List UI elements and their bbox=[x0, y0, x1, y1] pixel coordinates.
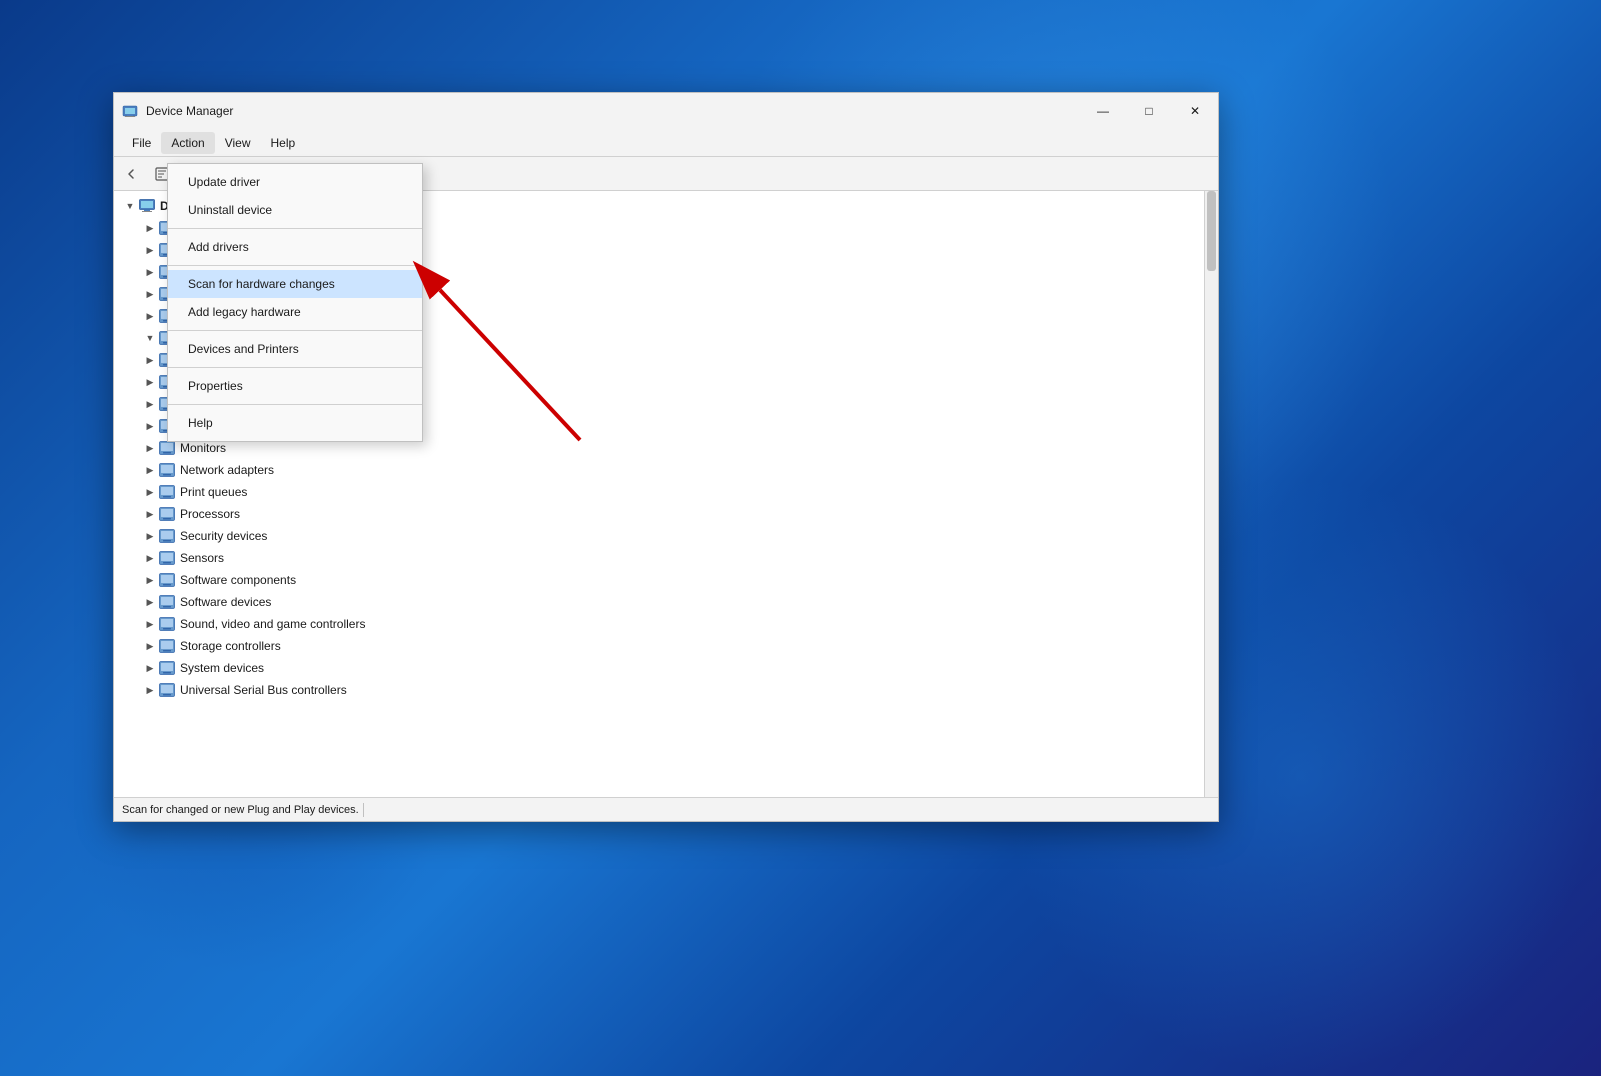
expand-icon[interactable]: ▶ bbox=[142, 616, 158, 632]
expand-icon[interactable]: ▶ bbox=[142, 352, 158, 368]
category-label: Security devices bbox=[180, 529, 267, 543]
status-text: Scan for changed or new Plug and Play de… bbox=[122, 804, 359, 816]
dropdown-item-add-drivers[interactable]: Add drivers bbox=[168, 233, 422, 261]
category-label: Storage controllers bbox=[180, 639, 281, 653]
category-label: Universal Serial Bus controllers bbox=[180, 683, 347, 697]
dropdown-separator bbox=[168, 330, 422, 331]
menu-action[interactable]: Action bbox=[161, 132, 214, 154]
category-icon bbox=[158, 572, 176, 588]
category-icon bbox=[158, 550, 176, 566]
menu-help[interactable]: Help bbox=[261, 132, 306, 154]
category-icon bbox=[158, 506, 176, 522]
tree-item[interactable]: ▶ Software components bbox=[114, 569, 1204, 591]
computer-icon bbox=[138, 198, 156, 214]
category-icon bbox=[158, 484, 176, 500]
expand-icon[interactable]: ▶ bbox=[142, 418, 158, 434]
dropdown-item-scan-for-hardware-changes[interactable]: Scan for hardware changes bbox=[168, 270, 422, 298]
expand-icon[interactable]: ▶ bbox=[142, 682, 158, 698]
expand-icon[interactable]: ▶ bbox=[142, 462, 158, 478]
expand-icon[interactable]: ▶ bbox=[142, 286, 158, 302]
category-label: Print queues bbox=[180, 485, 247, 499]
category-label: Sensors bbox=[180, 551, 224, 565]
tree-item[interactable]: ▶ Storage controllers bbox=[114, 635, 1204, 657]
category-icon bbox=[158, 594, 176, 610]
status-separator bbox=[363, 803, 364, 817]
tree-item[interactable]: ▶ Universal Serial Bus controllers bbox=[114, 679, 1204, 701]
close-button[interactable]: ✕ bbox=[1172, 95, 1218, 127]
toolbar-back-btn[interactable] bbox=[118, 161, 146, 187]
menu-bar: File Action View Help bbox=[114, 129, 1218, 157]
category-label: Software components bbox=[180, 573, 296, 587]
expand-icon[interactable]: ▶ bbox=[142, 506, 158, 522]
category-label: Software devices bbox=[180, 595, 271, 609]
dropdown-item-uninstall-device[interactable]: Uninstall device bbox=[168, 196, 422, 224]
expand-icon[interactable]: ▶ bbox=[142, 660, 158, 676]
category-icon bbox=[158, 660, 176, 676]
window-title: Device Manager bbox=[146, 104, 233, 118]
category-label: Processors bbox=[180, 507, 240, 521]
dropdown-item-properties[interactable]: Properties bbox=[168, 372, 422, 400]
expand-icon[interactable]: ▶ bbox=[142, 308, 158, 324]
expand-icon[interactable]: ▶ bbox=[142, 594, 158, 610]
dropdown-item-devices-and-printers[interactable]: Devices and Printers bbox=[168, 335, 422, 363]
expand-icon[interactable]: ▶ bbox=[142, 638, 158, 654]
category-icon bbox=[158, 616, 176, 632]
tree-item[interactable]: ▶ Sensors bbox=[114, 547, 1204, 569]
expand-icon[interactable]: ▶ bbox=[142, 374, 158, 390]
title-controls: — □ ✕ bbox=[1080, 95, 1218, 127]
expand-root-icon[interactable]: ▼ bbox=[122, 198, 138, 214]
action-dropdown-menu: Update driverUninstall device Add drivers… bbox=[167, 163, 423, 442]
minimize-button[interactable]: — bbox=[1080, 95, 1126, 127]
title-bar: Device Manager — □ ✕ bbox=[114, 93, 1218, 129]
dropdown-separator bbox=[168, 265, 422, 266]
expand-icon[interactable]: ▶ bbox=[142, 550, 158, 566]
dropdown-separator bbox=[168, 228, 422, 229]
category-label: System devices bbox=[180, 661, 264, 675]
tree-item[interactable]: ▶ Network adapters bbox=[114, 459, 1204, 481]
expand-icon[interactable]: ▶ bbox=[142, 242, 158, 258]
expand-icon[interactable]: ▶ bbox=[142, 572, 158, 588]
menu-file[interactable]: File bbox=[122, 132, 161, 154]
dropdown-item-add-legacy-hardware[interactable]: Add legacy hardware bbox=[168, 298, 422, 326]
window-icon bbox=[122, 103, 138, 119]
title-bar-left: Device Manager bbox=[122, 103, 233, 119]
category-label: Network adapters bbox=[180, 463, 274, 477]
tree-item[interactable]: ▶ Processors bbox=[114, 503, 1204, 525]
category-label: Sound, video and game controllers bbox=[180, 617, 365, 631]
expand-icon[interactable]: ▶ bbox=[142, 396, 158, 412]
expand-icon[interactable]: ▼ bbox=[142, 330, 158, 346]
tree-item[interactable]: ▶ Print queues bbox=[114, 481, 1204, 503]
tree-item[interactable]: ▶ System devices bbox=[114, 657, 1204, 679]
dropdown-item-update-driver[interactable]: Update driver bbox=[168, 168, 422, 196]
category-icon bbox=[158, 462, 176, 478]
expand-icon[interactable]: ▶ bbox=[142, 528, 158, 544]
status-bar: Scan for changed or new Plug and Play de… bbox=[114, 797, 1218, 821]
tree-item[interactable]: ▶ Software devices bbox=[114, 591, 1204, 613]
tree-item[interactable]: ▶ Sound, video and game controllers bbox=[114, 613, 1204, 635]
category-icon bbox=[158, 528, 176, 544]
expand-icon[interactable]: ▶ bbox=[142, 440, 158, 456]
category-icon bbox=[158, 682, 176, 698]
maximize-button[interactable]: □ bbox=[1126, 95, 1172, 127]
menu-view[interactable]: View bbox=[215, 132, 261, 154]
scrollbar[interactable] bbox=[1204, 191, 1218, 797]
category-icon bbox=[158, 638, 176, 654]
dropdown-item-help[interactable]: Help bbox=[168, 409, 422, 437]
expand-icon[interactable]: ▶ bbox=[142, 264, 158, 280]
category-icon bbox=[158, 440, 176, 456]
expand-icon[interactable]: ▶ bbox=[142, 484, 158, 500]
tree-item[interactable]: ▶ Security devices bbox=[114, 525, 1204, 547]
category-label: Monitors bbox=[180, 441, 226, 455]
expand-icon[interactable]: ▶ bbox=[142, 220, 158, 236]
dropdown-separator bbox=[168, 367, 422, 368]
dropdown-separator bbox=[168, 404, 422, 405]
